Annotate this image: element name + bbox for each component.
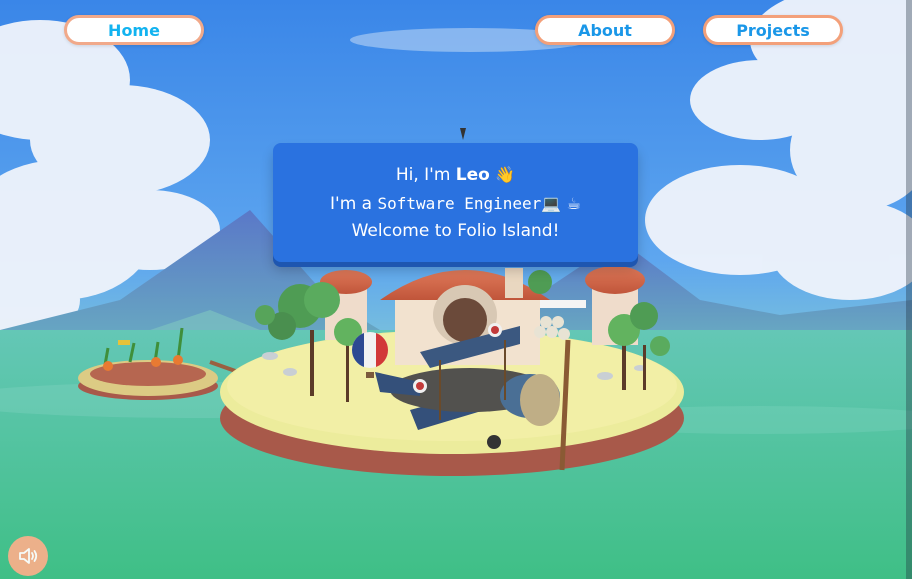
- sound-toggle-button[interactable]: [8, 536, 48, 576]
- speaker-icon: [19, 548, 38, 564]
- nav-about-label: About: [578, 20, 632, 40]
- greeting-prefix: Hi, I'm: [395, 165, 456, 185]
- nav-projects-button[interactable]: Projects: [703, 15, 843, 45]
- welcome-line: Welcome to Folio Island!: [351, 221, 560, 241]
- coffee-icon: ☕: [566, 193, 581, 213]
- scene-background: [0, 0, 912, 579]
- intro-info-box: Hi, I'm Leo 👋 I'm a Software Engineer💻 ☕…: [273, 143, 638, 262]
- wave-icon: 👋: [495, 165, 516, 184]
- nav-projects-label: Projects: [736, 20, 810, 40]
- role-line: I'm a Software Engineer💻 ☕: [273, 190, 638, 219]
- island-scene[interactable]: Home About Projects Hi, I'm Leo 👋 I'm a …: [0, 0, 912, 579]
- role-prefix: I'm a: [330, 193, 378, 214]
- role-title: Software Engineer: [377, 193, 542, 213]
- intro-name: Leo: [455, 165, 490, 185]
- nav-home-button[interactable]: Home: [64, 15, 204, 45]
- nav-home-label: Home: [108, 20, 160, 40]
- laptop-icon: 💻: [541, 193, 562, 213]
- greeting-line: Hi, I'm Leo 👋: [273, 161, 638, 190]
- nav-about-button[interactable]: About: [535, 15, 675, 45]
